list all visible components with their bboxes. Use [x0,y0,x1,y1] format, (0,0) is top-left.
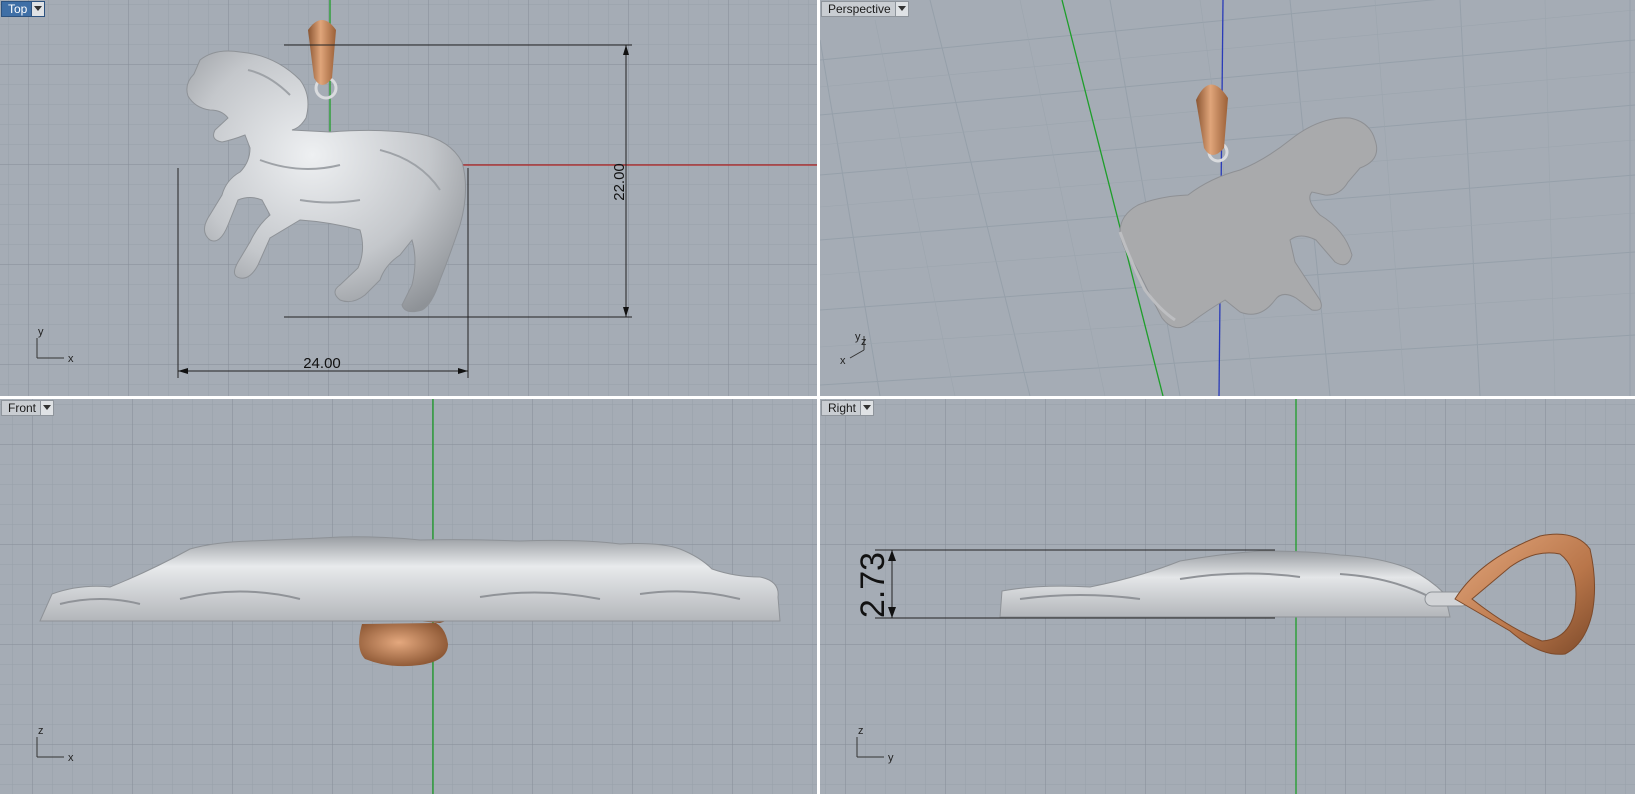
dropdown-arrow-icon[interactable] [31,2,45,16]
dropdown-arrow-icon[interactable] [40,401,54,415]
viewport-title-text: Top [8,2,28,16]
viewport-layout: 22.00 24.00 y x Top x y z Perspective z … [0,0,1635,794]
horizontal-axis-label: x [68,752,74,764]
thickness-dimension-label: 2.73 [854,552,892,618]
front-viewport-scene: z x [0,399,817,794]
width-dimension-label: 24.00 [303,355,341,372]
x-axis-label: x [840,355,846,367]
viewport-title-top[interactable]: Top [1,1,46,17]
vertical-axis-label: z [858,725,864,737]
viewport-title-text: Right [828,401,857,415]
dropdown-arrow-icon[interactable] [860,401,874,415]
horizontal-axis-label: y [888,752,894,764]
horizontal-axis-label: x [68,353,74,365]
viewport-title-text: Front [8,401,37,415]
top-viewport-scene: 22.00 24.00 y x [0,0,817,396]
dropdown-arrow-icon[interactable] [894,2,908,16]
perspective-viewport[interactable]: x y z Perspective [820,0,1635,396]
vertical-axis-label: z [38,725,44,737]
right-viewport[interactable]: 2.73 z y Right [820,399,1635,794]
z-axis-label: z [861,336,867,348]
viewport-title-text: Perspective [828,2,891,16]
viewport-title-front[interactable]: Front [1,400,55,416]
top-viewport[interactable]: 22.00 24.00 y x Top [0,0,817,396]
vertical-axis-label: y [38,326,44,338]
right-viewport-scene: 2.73 z y [820,399,1635,794]
front-viewport[interactable]: z x Front [0,399,817,794]
height-dimension-label: 22.00 [611,163,628,201]
viewport-title-right[interactable]: Right [821,400,875,416]
gold-bail-bottom [359,623,448,667]
viewport-title-perspective[interactable]: Perspective [821,1,909,17]
perspective-viewport-scene: x y z [820,0,1635,396]
